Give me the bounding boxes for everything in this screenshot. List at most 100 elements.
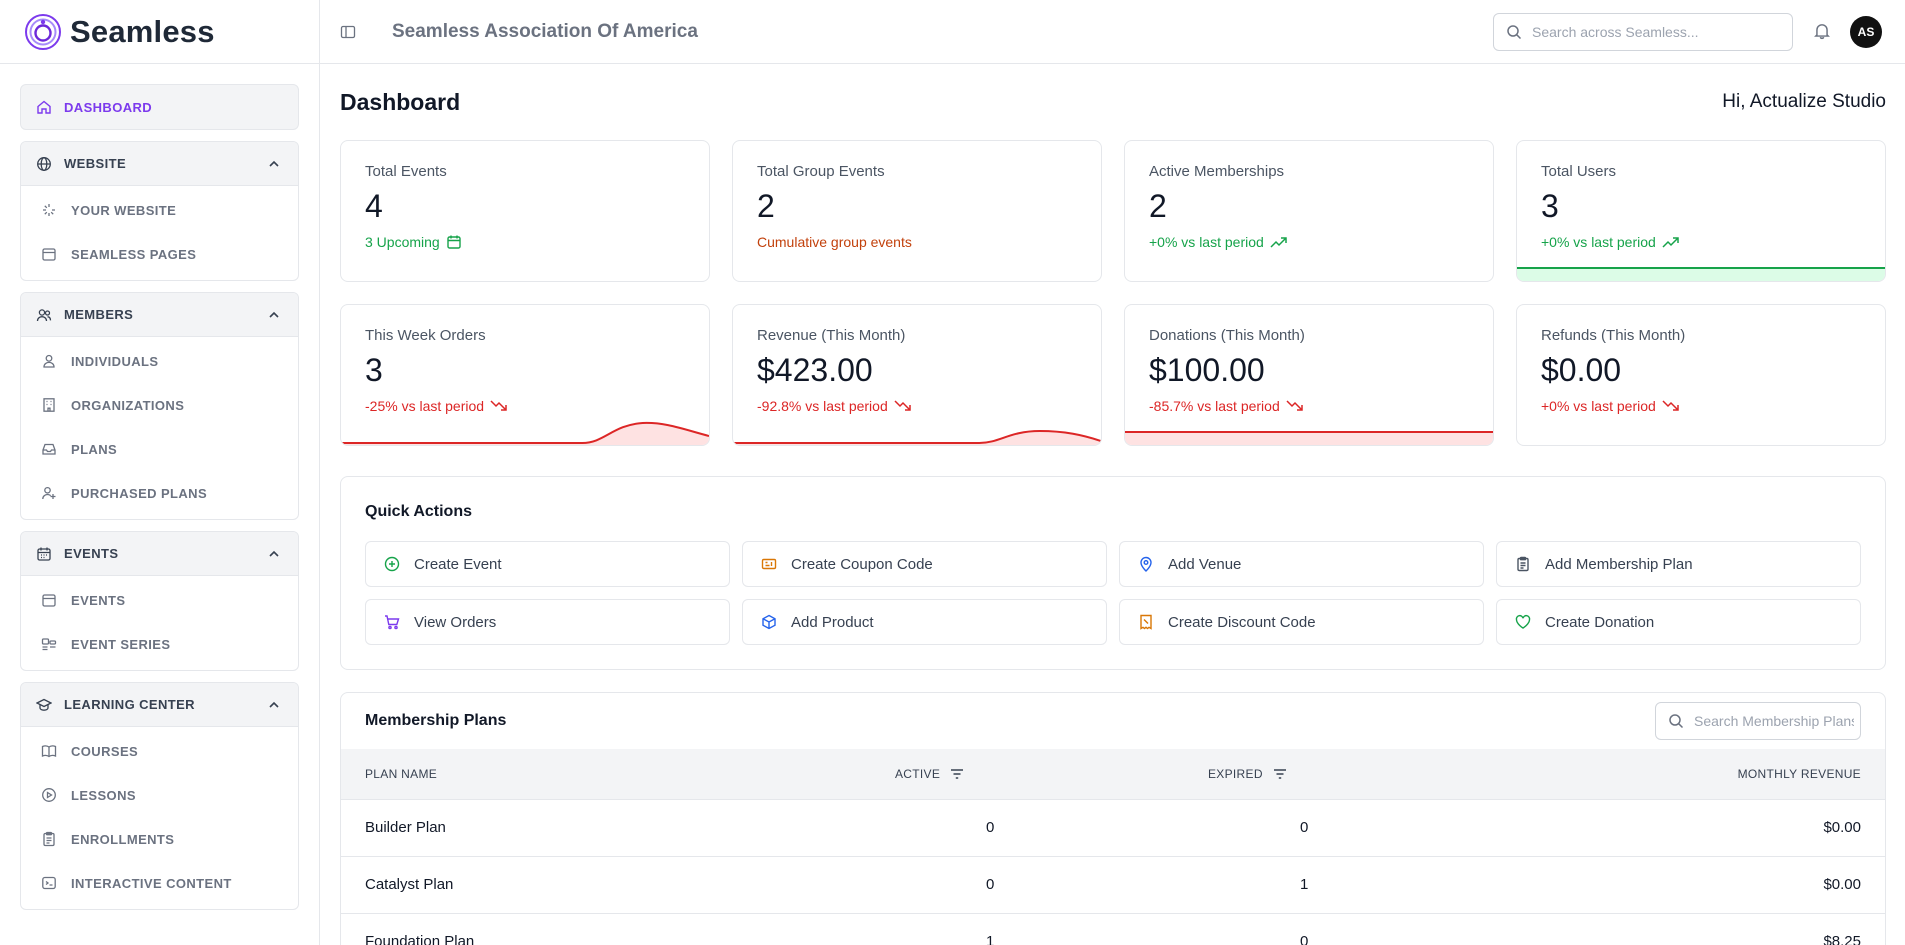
sidebar-item-events[interactable]: EVENTS xyxy=(21,578,298,622)
greeting: Hi, Actualize Studio xyxy=(1722,91,1886,112)
add-product-button[interactable]: Add Product xyxy=(742,599,1107,645)
quick-action-label: Add Product xyxy=(791,613,874,631)
user-plus-icon xyxy=(42,486,56,500)
box-icon xyxy=(762,614,776,630)
column-header-expired[interactable]: EXPIRED xyxy=(1184,749,1504,799)
chevron-up-icon[interactable] xyxy=(266,697,282,713)
home-icon xyxy=(37,100,51,114)
brand[interactable]: Seamless xyxy=(0,0,319,64)
stat-value: 3 xyxy=(365,352,383,388)
column-header-monthly-revenue[interactable]: MONTHLY REVENUE xyxy=(1504,749,1885,799)
sidebar-group-header-learning-center[interactable]: LEARNING CENTER xyxy=(21,683,298,727)
stat-card-total-users[interactable]: Total Users 3 +0% vs last period xyxy=(1516,140,1886,282)
sidebar-group-header-members[interactable]: MEMBERS xyxy=(21,293,298,337)
stat-card-donations[interactable]: Donations (This Month) $100.00 -85.7% vs… xyxy=(1124,304,1494,446)
sidebar-group-members: MEMBERS INDIVIDUALS ORGANIZATIONS PLANS xyxy=(20,292,299,520)
stat-card-refunds[interactable]: Refunds (This Month) $0.00 +0% vs last p… xyxy=(1516,304,1886,446)
chevron-up-icon[interactable] xyxy=(266,156,282,172)
sidebar-nav: DASHBOARD WEBSITE YOUR WEBSITE SEAMLESS … xyxy=(0,64,319,910)
sidebar-item-organizations[interactable]: ORGANIZATIONS xyxy=(21,383,298,427)
sidebar-item-label: ORGANIZATIONS xyxy=(71,397,185,413)
stat-value: 3 xyxy=(1541,188,1559,224)
sidebar-group-label: EVENTS xyxy=(64,546,119,561)
sidebar-item-label: INDIVIDUALS xyxy=(71,353,159,369)
quick-action-label: View Orders xyxy=(414,613,497,631)
stat-card-active-memberships[interactable]: Active Memberships 2 +0% vs last period xyxy=(1124,140,1494,282)
orders-sparkline xyxy=(341,421,709,445)
sidebar-item-purchased-plans[interactable]: PURCHASED PLANS xyxy=(21,471,298,515)
active-count-cell: 0 xyxy=(871,855,1184,913)
bell-icon[interactable] xyxy=(1813,22,1831,40)
stat-card-total-events[interactable]: Total Events 4 3 Upcoming xyxy=(340,140,710,282)
sidebar-item-label: COURSES xyxy=(71,743,139,759)
global-search-input[interactable] xyxy=(1532,24,1772,40)
stat-label: Total Group Events xyxy=(757,163,885,180)
brand-name: Seamless xyxy=(70,13,215,49)
create-coupon-code-button[interactable]: Create Coupon Code xyxy=(742,541,1107,587)
add-membership-plan-button[interactable]: Add Membership Plan xyxy=(1496,541,1861,587)
search-icon xyxy=(1669,714,1684,729)
table-row[interactable]: Foundation Plan 1 0 $8.25 xyxy=(341,912,1885,945)
sidebar-group-header-website[interactable]: WEBSITE xyxy=(21,142,298,186)
series-icon xyxy=(41,638,57,651)
stat-card-week-orders[interactable]: This Week Orders 3 -25% vs last period xyxy=(340,304,710,446)
stat-label: Revenue (This Month) xyxy=(757,327,906,344)
sidebar-item-label: DASHBOARD xyxy=(64,99,153,115)
stat-card-total-group-events[interactable]: Total Group Events 2 Cumulative group ev… xyxy=(732,140,1102,282)
add-venue-button[interactable]: Add Venue xyxy=(1119,541,1484,587)
sidebar: Seamless DASHBOARD WEBSITE YOUR WEBSITE … xyxy=(0,0,320,945)
column-header-active[interactable]: ACTIVE xyxy=(871,749,1184,799)
column-header-plan-name[interactable]: PLAN NAME xyxy=(341,749,871,799)
stat-subtext: +0% vs last period xyxy=(1149,234,1264,250)
sidebar-item-your-website[interactable]: YOUR WEBSITE xyxy=(21,188,298,232)
stat-value: 4 xyxy=(365,188,383,224)
donations-sparkline xyxy=(1125,431,1493,445)
top-bar: Seamless Association Of America AS xyxy=(320,0,1905,64)
filter-icon[interactable] xyxy=(1273,768,1287,780)
create-donation-button[interactable]: Create Donation xyxy=(1496,599,1861,645)
avatar[interactable]: AS xyxy=(1850,16,1882,48)
active-count-cell: 0 xyxy=(871,798,1184,856)
search-icon xyxy=(1507,25,1522,40)
sidebar-group-header-events[interactable]: EVENTS xyxy=(21,532,298,576)
sidebar-item-dashboard[interactable]: DASHBOARD xyxy=(20,84,299,130)
sidebar-item-plans[interactable]: PLANS xyxy=(21,427,298,471)
view-orders-button[interactable]: View Orders xyxy=(365,599,730,645)
chevron-up-icon[interactable] xyxy=(266,546,282,562)
sidebar-item-courses[interactable]: COURSES xyxy=(21,729,298,773)
sidebar-item-lessons[interactable]: LESSONS xyxy=(21,773,298,817)
sidebar-item-enrollments[interactable]: ENROLLMENTS xyxy=(21,817,298,861)
quick-actions-title: Quick Actions xyxy=(365,503,472,520)
map-pin-icon xyxy=(1140,556,1152,572)
plan-name-cell: Builder Plan xyxy=(341,798,871,856)
sidebar-item-seamless-pages[interactable]: SEAMLESS PAGES xyxy=(21,232,298,276)
table-row[interactable]: Builder Plan 0 0 $0.00 xyxy=(341,798,1885,856)
sidebar-item-label: EVENT SERIES xyxy=(71,636,171,652)
stat-label: This Week Orders xyxy=(365,327,486,344)
create-discount-code-button[interactable]: Create Discount Code xyxy=(1119,599,1484,645)
sidebar-item-interactive-content[interactable]: INTERACTIVE CONTENT xyxy=(21,861,298,905)
global-search xyxy=(1493,13,1793,51)
stats-grid: Total Events 4 3 Upcoming Total Group Ev… xyxy=(340,140,1886,446)
calendar-page-icon xyxy=(42,248,56,261)
chevron-up-icon[interactable] xyxy=(266,307,282,323)
calendar-icon xyxy=(42,594,56,607)
stat-label: Donations (This Month) xyxy=(1149,327,1305,344)
membership-search-input[interactable] xyxy=(1694,713,1854,729)
revenue-sparkline xyxy=(733,429,1101,445)
monthly-revenue-cell: $8.25 xyxy=(1504,912,1885,945)
sidebar-toggle-button[interactable] xyxy=(338,22,358,42)
sidebar-item-event-series[interactable]: EVENT SERIES xyxy=(21,622,298,666)
graduation-cap-icon xyxy=(36,698,52,711)
sidebar-item-individuals[interactable]: INDIVIDUALS xyxy=(21,339,298,383)
stat-value: $0.00 xyxy=(1541,352,1622,388)
table-header-row: PLAN NAME ACTIVE EXPIRED MONTHLY REVENUE xyxy=(341,749,1885,799)
stat-card-revenue[interactable]: Revenue (This Month) $423.00 -92.8% vs l… xyxy=(732,304,1102,446)
trend-up-icon xyxy=(1270,237,1287,248)
sidebar-toggle-icon xyxy=(340,25,356,38)
users-sparkline xyxy=(1517,267,1885,281)
ticket-icon xyxy=(761,558,777,570)
table-row[interactable]: Catalyst Plan 0 1 $0.00 xyxy=(341,855,1885,913)
create-event-button[interactable]: Create Event xyxy=(365,541,730,587)
filter-icon[interactable] xyxy=(950,768,964,780)
